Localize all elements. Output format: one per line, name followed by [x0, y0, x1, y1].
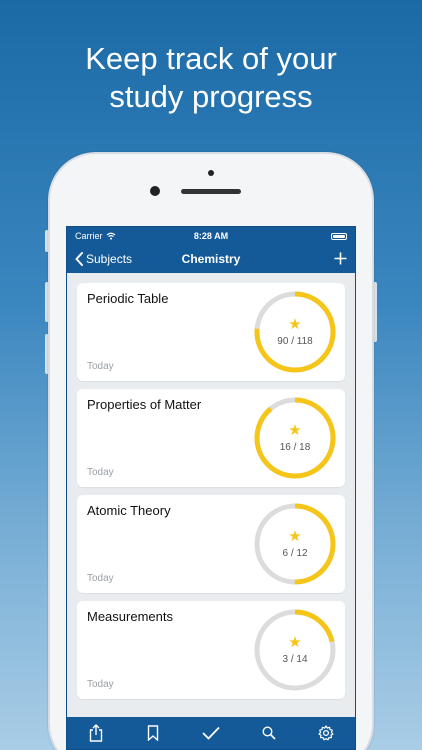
proximity-sensor	[208, 170, 214, 176]
back-button-label: Subjects	[86, 252, 133, 266]
search-tab[interactable]	[254, 719, 284, 747]
progress-ring: ★ 16 / 18	[251, 394, 339, 482]
topic-name: Atomic Theory	[87, 503, 171, 518]
topic-list: Periodic Table Today ★ 90 / 118 Properties o…	[67, 273, 355, 699]
star-icon: ★	[288, 316, 302, 333]
gear-icon	[318, 725, 334, 741]
settings-tab[interactable]	[311, 719, 341, 747]
app-screen: Carrier 8:28 AM Subjects Chemistry Perio…	[66, 226, 356, 750]
progress-count: 90 / 118	[277, 336, 313, 347]
chevron-left-icon	[75, 252, 83, 266]
bookmark-icon	[148, 725, 159, 741]
checkmark-tab[interactable]	[196, 719, 226, 747]
progress-count: 16 / 18	[279, 442, 311, 453]
star-icon: ★	[288, 634, 302, 651]
progress-ring: ★ 6 / 12	[251, 500, 339, 588]
bookmark-tab[interactable]	[138, 719, 168, 747]
add-button[interactable]	[334, 249, 347, 269]
topic-name: Periodic Table	[87, 291, 169, 306]
topic-card[interactable]: Atomic Theory Today ★ 6 / 12	[77, 495, 345, 593]
topic-name: Properties of Matter	[87, 397, 202, 412]
share-icon	[89, 724, 102, 742]
topic-date: Today	[87, 467, 114, 478]
plus-icon	[334, 252, 347, 265]
topic-name: Measurements	[87, 609, 173, 624]
back-button[interactable]: Subjects	[75, 252, 132, 266]
status-bar: Carrier 8:28 AM	[67, 227, 355, 245]
progress-ring: ★ 90 / 118	[251, 288, 339, 376]
topic-date: Today	[87, 679, 114, 690]
share-tab[interactable]	[81, 719, 111, 747]
status-time: 8:28 AM	[193, 231, 229, 241]
star-icon: ★	[288, 422, 302, 439]
progress-ring: ★ 3 / 14	[251, 606, 339, 694]
headline: Keep track of your study progress	[0, 40, 422, 116]
headline-line-2: study progress	[109, 79, 313, 114]
topic-card[interactable]: Periodic Table Today ★ 90 / 118	[77, 283, 345, 381]
checkmark-icon	[202, 726, 220, 740]
progress-count: 3 / 14	[282, 654, 308, 665]
battery-icon	[331, 232, 347, 240]
front-camera	[150, 186, 160, 196]
earpiece-speaker	[181, 189, 241, 194]
topic-date: Today	[87, 573, 114, 584]
search-icon	[262, 726, 276, 740]
topic-card[interactable]: Properties of Matter Today ★ 16 / 18	[77, 389, 345, 487]
tab-bar	[67, 717, 355, 749]
topic-card[interactable]: Measurements Today ★ 3 / 14	[77, 601, 345, 699]
star-icon: ★	[288, 528, 302, 545]
progress-count: 6 / 12	[282, 548, 308, 559]
headline-line-1: Keep track of your	[85, 41, 337, 76]
topic-date: Today	[87, 361, 114, 372]
navigation-bar: Subjects Chemistry	[67, 245, 355, 273]
